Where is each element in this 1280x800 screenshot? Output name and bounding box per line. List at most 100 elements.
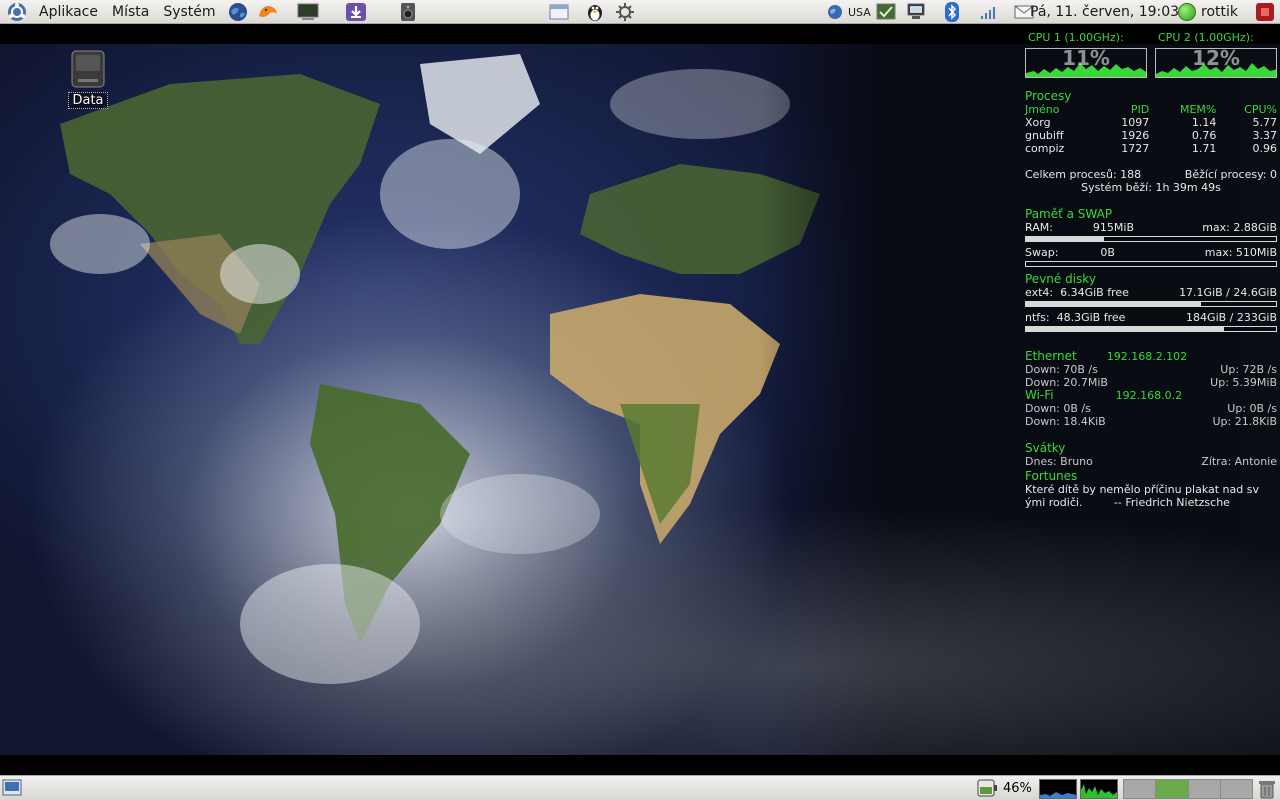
network-monitor-graph[interactable]: [1039, 779, 1077, 799]
bottom-panel: 46%: [0, 775, 1280, 800]
browser-globe-icon[interactable]: [227, 1, 249, 23]
wifi-ip: 192.168.0.2: [1115, 389, 1183, 402]
cpu2-percent: 12%: [1192, 48, 1240, 70]
workspace-2[interactable]: [1156, 780, 1189, 798]
workspace-1[interactable]: [1124, 780, 1157, 798]
cpu2-box: CPU 2 (1.00GHz): 12%: [1155, 31, 1277, 78]
pidgin-icon[interactable]: [257, 1, 279, 23]
ethernet-total: Down: 20.7MiB Up: 5.39MiB: [1025, 376, 1277, 389]
cloud-layer: [0, 505, 1280, 755]
menu-places[interactable]: Místa: [105, 0, 156, 24]
fortune-line-2: ými rodiči. -- Friedrich Nietzsche: [1025, 496, 1230, 509]
bluetooth-icon[interactable]: [941, 1, 963, 23]
battery-icon: [975, 778, 999, 798]
keyboard-layout-label[interactable]: USA: [848, 6, 871, 19]
proc-pid: 1727: [1121, 142, 1150, 155]
wifi-signal-icon[interactable]: [977, 1, 999, 23]
disk-bar-ntfs: [1025, 326, 1277, 332]
ethernet-rate: Down: 70B /s Up: 72B /s: [1025, 363, 1277, 376]
keyboard-globe-icon[interactable]: [824, 1, 846, 23]
terminal-icon[interactable]: [297, 1, 319, 23]
disk-free: 48.3GiB free: [1056, 311, 1126, 324]
wifi-total: Down: 18.4KiB Up: 21.8KiB: [1025, 415, 1277, 428]
swap-label: Swap:: [1025, 246, 1059, 259]
fortune-line-1: Které dítě by nemělo příčinu plakat nad …: [1025, 483, 1259, 496]
desktop: Data CPU 1 (1.00GHz): 11% CPU 2 (1.00GHz…: [0, 25, 1280, 775]
ethernet-title: Ethernet: [1025, 349, 1077, 363]
cpu-section: CPU 1 (1.00GHz): 11% CPU 2 (1.00GHz): 12…: [1025, 31, 1277, 78]
desktop-icon-data[interactable]: Data: [62, 49, 114, 109]
right-tray: USA: [822, 0, 1039, 24]
workspace-3[interactable]: [1188, 780, 1221, 798]
memory-title: Paměť a SWAP: [1025, 207, 1113, 221]
user-switcher[interactable]: rottik: [1178, 0, 1238, 24]
battery-percent: 46%: [1003, 780, 1032, 796]
network-status-icon[interactable]: [875, 1, 897, 23]
uptime: Systém běží: 1h 39m 49s: [1081, 181, 1221, 194]
ram-label: RAM:: [1025, 221, 1053, 234]
disk-usage: 184GiB / 233GiB: [1186, 311, 1277, 324]
process-summary: Celkem procesů: 188 Běžící procesy: 0: [1025, 168, 1277, 181]
wifi-header: Wi-Fi 192.168.0.2: [1025, 388, 1277, 403]
disk-bar-ext4: [1025, 301, 1277, 307]
ram-bar-fill: [1026, 237, 1104, 241]
workspace-switcher[interactable]: [1123, 779, 1253, 799]
cpu1-label: CPU 1 (1.00GHz):: [1028, 31, 1124, 44]
process-running: Běžící procesy: 0: [1184, 168, 1277, 181]
proc-name: gnubiff: [1025, 129, 1064, 142]
disks-title: Pevné disky: [1025, 272, 1096, 286]
monitor-icon[interactable]: [905, 1, 927, 23]
ethernet-up-total: Up: 5.39MiB: [1210, 376, 1277, 389]
disk-bar-fill: [1026, 327, 1224, 331]
clock[interactable]: Pá, 11. červen, 19:03: [1030, 0, 1179, 24]
cpu1-percent: 11%: [1062, 48, 1110, 70]
gear-icon[interactable]: [614, 1, 636, 23]
shutdown-icon[interactable]: [1254, 1, 1276, 23]
disk-row-ext4: ext4: 6.34GiB free 17.1GiB / 24.6GiB: [1025, 286, 1277, 299]
trash-icon[interactable]: [1258, 779, 1276, 799]
holiday-today: Dnes: Bruno: [1025, 455, 1093, 468]
speaker-icon[interactable]: [397, 1, 419, 23]
ubuntu-logo-icon[interactable]: [6, 1, 28, 23]
ethernet-down-rate: Down: 70B /s: [1025, 363, 1098, 376]
cpu-monitor-graph[interactable]: [1080, 779, 1118, 799]
fortunes-title: Fortunes: [1025, 469, 1078, 483]
conky-monitor: CPU 1 (1.00GHz): 11% CPU 2 (1.00GHz): 12…: [1025, 25, 1277, 509]
battery-indicator[interactable]: 46%: [975, 778, 1032, 798]
process-table: Jméno PID MEM% CPU% Xorg 1097 1.14 5.77 …: [1025, 103, 1277, 155]
cpu2-graph: 12%: [1155, 48, 1277, 78]
menu-applications[interactable]: Aplikace: [32, 0, 105, 24]
ethernet-header: Ethernet 192.168.2.102: [1025, 349, 1277, 364]
ram-max: max: 2.88GiB: [1202, 221, 1277, 234]
tux-icon[interactable]: [584, 1, 606, 23]
show-desktop-icon[interactable]: [2, 779, 22, 797]
proc-mem: 0.76: [1191, 129, 1217, 142]
table-row: compiz 1727 1.71 0.96: [1025, 142, 1277, 155]
cpu2-label: CPU 2 (1.00GHz):: [1158, 31, 1254, 44]
swap-bar: [1025, 261, 1277, 267]
process-table-header: Jméno PID MEM% CPU%: [1025, 103, 1277, 116]
col-pid: PID: [1130, 103, 1150, 116]
holidays-row: Dnes: Bruno Zítra: Antonie: [1025, 455, 1277, 468]
proc-pid: 1097: [1121, 116, 1150, 129]
cpu1-graph: 11%: [1025, 48, 1147, 78]
wifi-down-total: Down: 18.4KiB: [1025, 415, 1106, 428]
download-icon[interactable]: [345, 1, 367, 23]
wifi-down-rate: Down: 0B /s: [1025, 402, 1091, 415]
window-icon[interactable]: [548, 1, 570, 23]
desktop-icon-label: Data: [68, 92, 108, 109]
wifi-title: Wi-Fi: [1025, 388, 1054, 402]
proc-mem: 1.14: [1191, 116, 1217, 129]
wifi-rate: Down: 0B /s Up: 0B /s: [1025, 402, 1277, 415]
ethernet-up-rate: Up: 72B /s: [1220, 363, 1277, 376]
proc-cpu: 5.77: [1252, 116, 1278, 129]
workspace-4[interactable]: [1220, 780, 1252, 798]
table-row: Xorg 1097 1.14 5.77: [1025, 116, 1277, 129]
table-row: gnubiff 1926 0.76 3.37: [1025, 129, 1277, 142]
menu-system[interactable]: Systém: [156, 0, 222, 24]
proc-mem: 1.71: [1191, 142, 1217, 155]
col-mem: MEM%: [1179, 103, 1217, 116]
disk-row-ntfs: ntfs: 48.3GiB free 184GiB / 233GiB: [1025, 311, 1277, 324]
disk-name: ntfs:: [1025, 311, 1050, 324]
cpu1-box: CPU 1 (1.00GHz): 11%: [1025, 31, 1147, 78]
